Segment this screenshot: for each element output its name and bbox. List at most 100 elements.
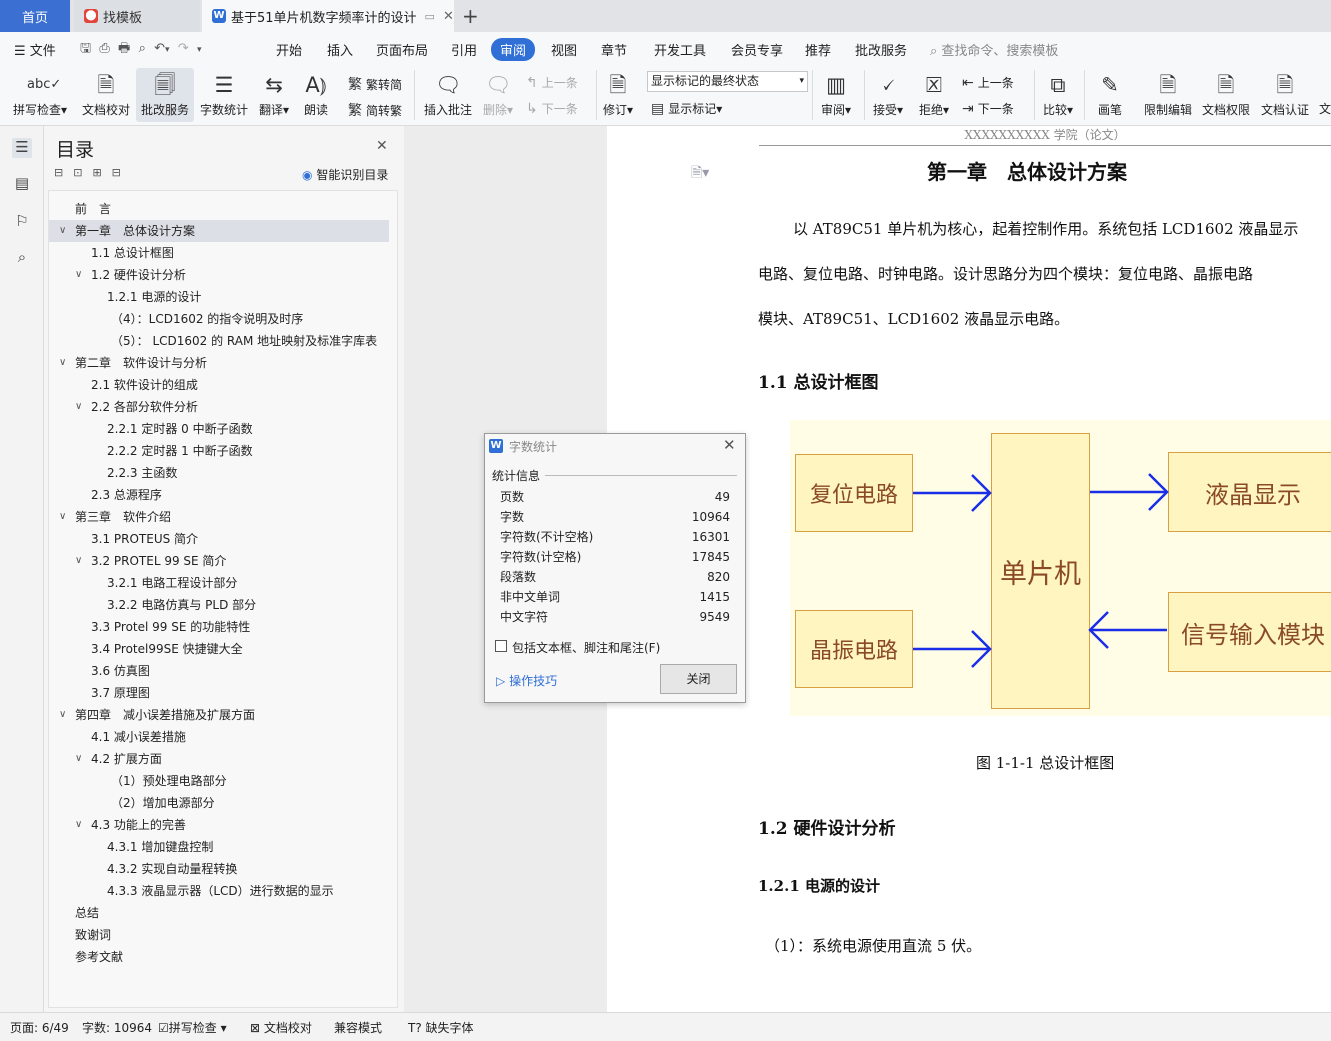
doc-proof-button[interactable]: 🗎 文档校对 (78, 72, 134, 118)
toc-item[interactable]: 3.2.2 电路仿真与 PLD 部分 (49, 594, 389, 616)
review-pane-button[interactable]: ▥ 审阅▾ (816, 72, 856, 118)
chevron-down-icon[interactable]: ∨ (59, 352, 66, 374)
close-icon[interactable]: ✕ (723, 436, 736, 454)
toc-item[interactable]: 总结 (49, 902, 389, 924)
toc-item[interactable]: ∨ 4.3 功能上的完善 (49, 814, 389, 836)
command-search[interactable]: ⌕ 查找命令、搜索模板 (930, 40, 1058, 59)
close-icon[interactable]: ✕ (376, 138, 388, 154)
spell-check-status[interactable]: ☑拼写检查 ▾ (158, 1019, 227, 1036)
smart-toc-button[interactable]: ◉ 智能识别目录 (302, 166, 388, 183)
menu-start[interactable]: 开始 (276, 40, 302, 59)
spell-check-button[interactable]: abc✓ 拼写检查▾ (8, 72, 72, 118)
display-state-select[interactable]: 显示标记的最终状态 ▾ (647, 71, 808, 92)
collapse-all-icon[interactable]: ⊟ (54, 166, 73, 179)
revise-button[interactable]: 🗎 修订▾ (600, 72, 636, 118)
simp-to-trad-button[interactable]: 繁简转繁 (348, 100, 402, 120)
close-button[interactable]: 关闭 (660, 664, 737, 694)
toc-item[interactable]: 1.1 总设计框图 (49, 242, 389, 264)
toc-item[interactable]: 致谢词 (49, 924, 389, 946)
dropdown-more-icon[interactable]: ▾ (197, 45, 202, 55)
toc-item[interactable]: 前 言 (49, 198, 389, 220)
chevron-down-icon[interactable]: ∨ (75, 396, 82, 418)
reject-button[interactable]: 🗵 拒绝▾ (914, 72, 954, 118)
tab-templates[interactable]: ⬤ 找模板 (74, 0, 200, 32)
expand-up-icon[interactable]: ⊡ (73, 166, 92, 179)
toc-item[interactable]: ∨ 3.2 PROTEL 99 SE 简介 (49, 550, 389, 572)
toc-item[interactable]: 3.2.1 电路工程设计部分 (49, 572, 389, 594)
doc-map-icon[interactable]: 🗎▾ (691, 162, 709, 186)
tab-home[interactable]: 首页 (0, 0, 70, 32)
next-revision-button[interactable]: ⇥ 下一条 (962, 100, 1014, 117)
toc-item[interactable]: 2.3 总源程序 (49, 484, 389, 506)
toc-item[interactable]: 3.3 Protel 99 SE 的功能特性 (49, 616, 389, 638)
doc-cert-button[interactable]: 🗎 文档认证 (1257, 72, 1313, 118)
new-tab-button[interactable]: + (462, 0, 482, 32)
chapter-nav-icon[interactable]: ▤ (12, 174, 32, 194)
menu-references[interactable]: 引用 (451, 40, 477, 59)
insert-comment-button[interactable]: 🗨 插入批注 (420, 72, 476, 118)
toc-item[interactable]: ∨ 第二章 软件设计与分析 (49, 352, 389, 374)
toc-item[interactable]: 参考文献 (49, 946, 389, 968)
chevron-down-icon[interactable]: ∨ (75, 550, 82, 572)
menu-chapter[interactable]: 章节 (601, 40, 627, 59)
chevron-down-icon[interactable]: ∨ (75, 814, 82, 836)
toc-item[interactable]: 4.3.3 液晶显示器（LCD）进行数据的显示 (49, 880, 389, 902)
toc-item[interactable]: ∨ 2.2 各部分软件分析 (49, 396, 389, 418)
toc-item[interactable]: ∨ 第四章 减小误差措施及扩展方面 (49, 704, 389, 726)
toc-item[interactable]: 1.2.1 电源的设计 (49, 286, 389, 308)
toc-item[interactable]: 4.1 减小误差措施 (49, 726, 389, 748)
menu-layout[interactable]: 页面布局 (376, 40, 428, 59)
page-indicator[interactable]: 页面: 6/49 (10, 1019, 69, 1036)
word-count-button[interactable]: ☰ 字数统计 (196, 72, 252, 118)
compare-button[interactable]: ⧉ 比较▾ (1038, 72, 1078, 118)
toc-item[interactable]: 3.1 PROTEUS 简介 (49, 528, 389, 550)
doc-permission-button[interactable]: 🗎 文档权限 (1198, 72, 1254, 118)
delete-comment-button[interactable]: 🗨 删除▾ (478, 72, 518, 118)
menu-view[interactable]: 视图 (551, 40, 577, 59)
toc-item[interactable]: ∨ 1.2 硬件设计分析 (49, 264, 389, 286)
toc-item[interactable]: 3.7 原理图 (49, 682, 389, 704)
menu-correction[interactable]: 批改服务 (855, 40, 907, 59)
restrict-edit-button[interactable]: 🗎 限制编辑 (1140, 72, 1196, 118)
show-marks-button[interactable]: ▤ 显示标记 ▾ (651, 100, 722, 117)
prev-comment-button[interactable]: ↰ 上一条 (526, 74, 578, 91)
menu-devtools[interactable]: 开发工具 (654, 40, 706, 59)
save-icon[interactable]: 🖫 (80, 41, 91, 56)
include-notes-checkbox[interactable] (495, 640, 507, 652)
preview-icon[interactable]: ⌕ (139, 41, 146, 56)
correction-service-button[interactable]: 🗐 批改服务 (136, 68, 194, 122)
toc-view-icon[interactable]: ☰ (12, 138, 32, 158)
proof-status[interactable]: ⊠ 文档校对 (250, 1019, 312, 1036)
translate-button[interactable]: ⇆ 翻译▾ (254, 72, 294, 118)
add-item-icon[interactable]: ⊞ (92, 166, 111, 179)
chevron-down-icon[interactable]: ∨ (59, 704, 66, 726)
pen-button[interactable]: ✎ 画笔 (1090, 72, 1130, 118)
read-aloud-button[interactable]: A⦆ 朗读 (298, 72, 334, 118)
accept-button[interactable]: 🗸 接受▾ (868, 72, 908, 118)
chevron-down-icon[interactable]: ∨ (59, 506, 66, 528)
print-icon[interactable]: 🖶 (118, 41, 130, 56)
toc-item[interactable]: 4.3.1 增加键盘控制 (49, 836, 389, 858)
chevron-down-icon[interactable]: ∨ (75, 264, 82, 286)
word-count-indicator[interactable]: 字数: 10964 (82, 1019, 152, 1036)
menu-vip[interactable]: 会员专享 (731, 40, 783, 59)
remove-item-icon[interactable]: ⊟ (112, 166, 131, 179)
redo-icon[interactable]: ↷ (178, 41, 189, 56)
toc-item[interactable]: （5）： LCD1602 的 RAM 地址映射及标准字库表 (49, 330, 389, 352)
toc-item[interactable]: （4）：LCD1602 的指令说明及时序 (49, 308, 389, 330)
export-icon[interactable]: ⎙ (99, 41, 109, 56)
tab-document[interactable]: W 基于51单片机数字频率计的设计 ▭ ✕ (202, 0, 454, 32)
menu-review[interactable]: 审阅 (491, 38, 536, 61)
next-comment-button[interactable]: ↳ 下一条 (526, 100, 578, 117)
toc-item[interactable]: （2）增加电源部分 (49, 792, 389, 814)
chevron-down-icon[interactable]: ∨ (75, 748, 82, 770)
toc-item-active[interactable]: ∨ 第一章 总体设计方案 (49, 220, 389, 242)
toc-item[interactable]: 2.1 软件设计的组成 (49, 374, 389, 396)
close-tab-icon[interactable]: ✕ (443, 9, 454, 24)
toc-item[interactable]: （1）预处理电路部分 (49, 770, 389, 792)
search-icon[interactable]: ⌕ (12, 248, 32, 268)
toc-item[interactable]: 4.3.2 实现自动量程转换 (49, 858, 389, 880)
include-notes-label[interactable]: 包括文本框、脚注和尾注(F) (512, 639, 660, 656)
menu-recommend[interactable]: 推荐 (805, 40, 831, 59)
toc-item[interactable]: 2.2.3 主函数 (49, 462, 389, 484)
